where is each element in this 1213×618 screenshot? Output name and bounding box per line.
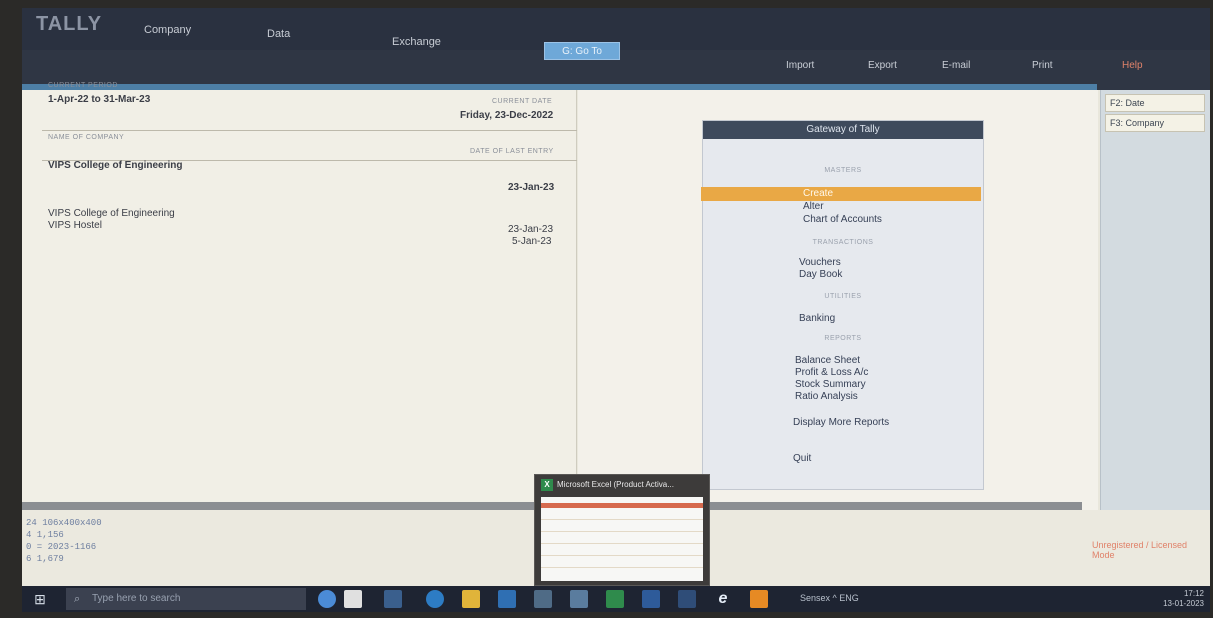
- search-placeholder: Type here to search: [92, 593, 181, 604]
- gateway-menu: Gateway of Tally MASTERS Create Alter Ch…: [701, 120, 984, 490]
- menu-data[interactable]: Data: [267, 28, 290, 40]
- excel-preview-title: Microsoft Excel (Product Activa...: [557, 480, 674, 489]
- excel-taskbar-preview[interactable]: X Microsoft Excel (Product Activa...: [534, 474, 710, 586]
- print-button[interactable]: Print: [1032, 60, 1053, 71]
- app-icon[interactable]: [678, 590, 696, 608]
- tally-taskbar-icon[interactable]: [750, 590, 768, 608]
- edge-icon[interactable]: [426, 590, 444, 608]
- current-period: 1-Apr-22 to 31-Mar-23: [48, 94, 151, 105]
- current-date: Friday, 23-Dec-2022: [460, 110, 554, 121]
- tally-window: TALLY Company Data Exchange Import Expor…: [22, 8, 1210, 612]
- file-explorer-icon[interactable]: [462, 590, 480, 608]
- help-button[interactable]: Help: [1122, 60, 1143, 71]
- excel-icon: X: [541, 479, 553, 491]
- console-line: 24 106x400x400: [26, 518, 102, 528]
- company-info-panel: CURRENT PERIOD 1-Apr-22 to 31-Mar-23 CUR…: [22, 82, 577, 510]
- settings-icon[interactable]: [570, 590, 588, 608]
- import-button[interactable]: Import: [786, 60, 814, 71]
- right-button-bar: F2: Date F3: Company: [1100, 90, 1210, 510]
- company-button[interactable]: F3: Company: [1105, 114, 1205, 132]
- section-reports: REPORTS: [824, 335, 862, 342]
- menu-chart-of-accounts[interactable]: Chart of Accounts: [803, 214, 882, 225]
- company-name-label: NAME OF COMPANY: [48, 134, 125, 141]
- task-view-icon[interactable]: [384, 590, 402, 608]
- company-last-entry: 5-Jan-23: [512, 236, 552, 247]
- clock[interactable]: 17:12 13-01-2023: [1163, 589, 1204, 609]
- console-line: 4 1,156: [26, 530, 64, 540]
- console-line: 6 1,679: [26, 554, 64, 564]
- menu-exchange[interactable]: Exchange: [392, 36, 441, 48]
- company-list-item[interactable]: VIPS College of Engineering: [48, 208, 175, 219]
- menu-company[interactable]: Company: [144, 24, 191, 36]
- windows-start-icon[interactable]: ⊞: [30, 590, 50, 608]
- excel-thumbnail: [541, 497, 703, 581]
- clock-date: 13-01-2023: [1163, 599, 1204, 608]
- active-company-name[interactable]: VIPS College of Engineering: [48, 160, 182, 171]
- export-button[interactable]: Export: [868, 60, 897, 71]
- menu-vouchers[interactable]: Vouchers: [799, 257, 841, 268]
- menu-profit-loss[interactable]: Profit & Loss A/c: [795, 367, 868, 378]
- section-transactions: TRANSACTIONS: [812, 239, 874, 246]
- divider: [42, 130, 577, 131]
- excel-taskbar-icon[interactable]: [606, 590, 624, 608]
- windows-taskbar: ⊞ ⌕ Type here to search e Sensex ^ ENG 1…: [22, 586, 1210, 612]
- system-tray[interactable]: Sensex ^ ENG: [800, 593, 859, 603]
- selected-highlight: [701, 187, 981, 201]
- store-icon[interactable]: [498, 590, 516, 608]
- menu-display-more-reports[interactable]: Display More Reports: [793, 417, 889, 428]
- taskbar-search[interactable]: ⌕ Type here to search: [66, 588, 306, 610]
- menu-alter[interactable]: Alter: [803, 201, 824, 212]
- email-button[interactable]: E-mail: [942, 60, 970, 71]
- menu-day-book[interactable]: Day Book: [799, 269, 842, 280]
- license-status: Unregistered / Licensed Mode: [1092, 540, 1188, 560]
- company-last-entry: 23-Jan-23: [508, 224, 554, 235]
- date-button[interactable]: F2: Date: [1105, 94, 1205, 112]
- menu-banking[interactable]: Banking: [799, 313, 835, 324]
- menu-quit[interactable]: Quit: [793, 453, 811, 464]
- mail-icon[interactable]: [534, 590, 552, 608]
- section-masters: MASTERS: [824, 167, 862, 174]
- last-entry-label: DATE OF LAST ENTRY: [470, 148, 554, 155]
- menu-ratio-analysis[interactable]: Ratio Analysis: [795, 391, 858, 402]
- pinned-app-icon[interactable]: [344, 590, 362, 608]
- app-logo: TALLY: [36, 13, 103, 35]
- menu-stock-summary[interactable]: Stock Summary: [795, 379, 866, 390]
- current-period-label: CURRENT PERIOD: [48, 82, 118, 89]
- company-list-item[interactable]: VIPS Hostel: [48, 220, 102, 231]
- menu-create[interactable]: Create: [803, 188, 833, 199]
- internet-explorer-icon[interactable]: e: [714, 590, 732, 608]
- clock-time: 17:12: [1183, 589, 1204, 598]
- search-icon: ⌕: [74, 593, 81, 605]
- current-date-label: CURRENT DATE: [492, 98, 553, 105]
- goto-button[interactable]: G: Go To: [544, 42, 620, 60]
- word-icon[interactable]: [642, 590, 660, 608]
- section-utilities: UTILITIES: [824, 293, 862, 300]
- gateway-title: Gateway of Tally: [703, 121, 983, 139]
- console-line: 0 = 2023-1166: [26, 542, 97, 552]
- menu-balance-sheet[interactable]: Balance Sheet: [795, 355, 860, 366]
- active-last-entry: 23-Jan-23: [508, 182, 555, 193]
- cortana-icon[interactable]: [318, 590, 336, 608]
